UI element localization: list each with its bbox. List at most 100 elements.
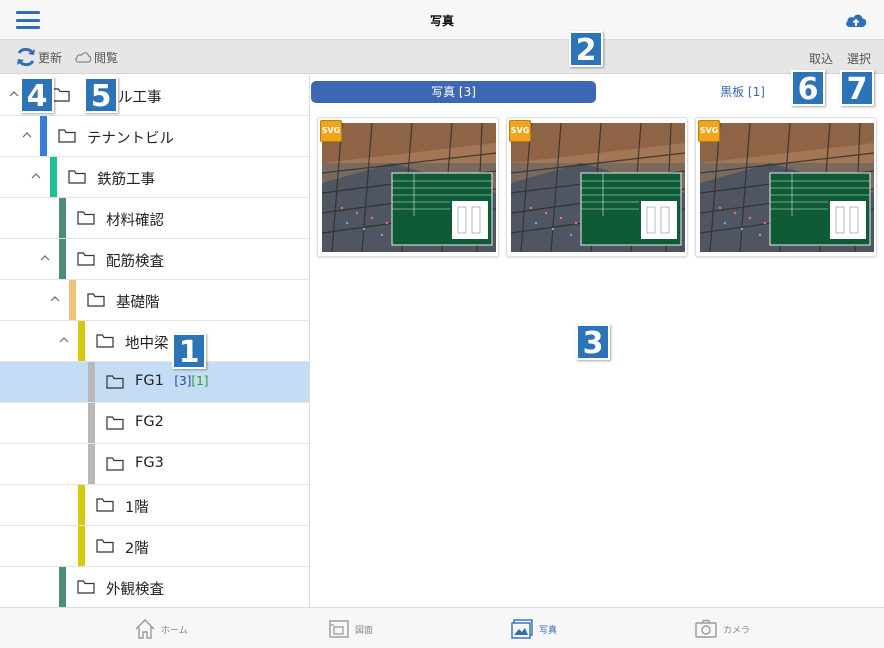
tree-label: 鉄筋工事 — [97, 172, 155, 188]
tree-row-foundation-floor[interactable]: 基礎階 — [0, 280, 309, 321]
folder-icon — [77, 211, 95, 225]
photo-thumbnail[interactable]: SVG — [317, 117, 499, 257]
tree-label: 地中梁 — [125, 336, 169, 352]
app-root: 写真 更新 閲覧 取込 選択 ル工事 テナントビル 鉄筋工事 材料確認 配筋検査… — [0, 0, 884, 648]
camera-icon — [695, 619, 717, 638]
tab-home[interactable]: ホーム — [134, 618, 188, 640]
level-color-bar — [78, 526, 85, 566]
folder-icon — [68, 170, 86, 184]
photo-thumbnail[interactable]: SVG — [506, 117, 688, 257]
toolbar: 更新 閲覧 取込 選択 — [0, 40, 884, 74]
construction-photo — [511, 123, 685, 252]
folder-icon — [77, 580, 95, 594]
select-button[interactable]: 選択 — [847, 50, 871, 67]
level-color-bar — [69, 280, 76, 320]
top-header: 写真 — [0, 0, 884, 40]
tab-label: カメラ — [723, 625, 751, 636]
tree-label: ル工事 — [118, 90, 162, 106]
folder-icon — [106, 457, 124, 471]
tab-label: ホーム — [161, 625, 188, 636]
tree-row-rebar-inspection[interactable]: 配筋検査 — [0, 239, 309, 280]
tree-label: FG2 — [135, 414, 164, 430]
chevron-up-icon[interactable] — [59, 335, 69, 345]
callout-badge-4: 4 — [20, 77, 54, 114]
folder-icon — [96, 498, 114, 512]
folder-icon — [96, 334, 114, 348]
tab-photos[interactable]: 写真 [3] — [311, 81, 596, 103]
callout-badge-6: 6 — [791, 70, 825, 107]
update-label: 更新 — [38, 50, 63, 65]
tree-row-material-check[interactable]: 材料確認 — [0, 198, 309, 239]
tree-row-fg2[interactable]: FG2 — [0, 403, 309, 444]
view-button[interactable]: 閲覧 — [74, 45, 118, 69]
level-color-bar — [59, 198, 66, 238]
tree-label-text: FG1 — [135, 373, 164, 389]
tab-label: 図面 — [355, 625, 374, 636]
home-icon — [135, 619, 155, 639]
update-button[interactable]: 更新 — [14, 45, 62, 69]
tree-label: FG1 [3][1] — [135, 373, 208, 389]
photo-count: [3] — [174, 374, 192, 388]
chevron-up-icon[interactable] — [31, 171, 41, 181]
tree-row-2f[interactable]: 2階 — [0, 526, 309, 567]
tree-label: 基礎階 — [116, 295, 160, 311]
cloud-icon — [75, 52, 92, 63]
tab-label: 写真 — [539, 625, 558, 636]
chevron-up-icon[interactable] — [40, 253, 50, 263]
photo-icon — [511, 619, 533, 639]
construction-photo — [700, 123, 874, 252]
page-title: 写真 — [429, 14, 454, 28]
photo-thumbnail[interactable]: SVG — [695, 117, 877, 257]
tree-label: 材料確認 — [106, 213, 164, 229]
folder-icon — [96, 539, 114, 553]
tree-label: 2階 — [125, 541, 149, 557]
svg-tag: SVG — [320, 120, 342, 142]
tab-photos-nav[interactable]: 写真 — [510, 618, 557, 640]
level-color-bar — [88, 362, 95, 402]
folder-icon — [58, 129, 76, 143]
svg-tag: SVG — [509, 120, 531, 142]
view-label: 閲覧 — [94, 50, 119, 65]
callout-badge-5: 5 — [84, 77, 118, 114]
tree-label: テナントビル — [87, 131, 174, 147]
tab-drawings[interactable]: 図面 — [328, 618, 373, 640]
callout-badge-1: 1 — [172, 333, 206, 370]
tree-row-1f[interactable]: 1階 — [0, 485, 309, 526]
refresh-icon — [17, 47, 35, 67]
drawing-icon — [329, 620, 349, 638]
folder-icon — [52, 88, 70, 102]
tree-row-exterior-inspection[interactable]: 外観検査 — [0, 567, 309, 607]
tree-label: 外観検査 — [106, 582, 164, 598]
callout-badge-7: 7 — [840, 70, 874, 107]
svg-tag: SVG — [698, 120, 720, 142]
tree-row-fg1[interactable]: FG1 [3][1] — [0, 362, 309, 403]
chevron-up-icon[interactable] — [22, 130, 32, 140]
folder-icon — [106, 375, 124, 389]
level-color-bar — [40, 116, 47, 156]
level-color-bar — [88, 403, 95, 443]
bottom-tab-bar: ホーム 図面 写真 カメラ — [0, 607, 884, 648]
level-color-bar — [78, 321, 85, 361]
callout-badge-2: 2 — [569, 31, 603, 68]
tree-label: 配筋検査 — [106, 254, 164, 270]
callout-badge-3: 3 — [576, 324, 610, 361]
level-color-bar — [88, 444, 95, 484]
board-count: [1] — [191, 374, 209, 388]
folder-icon — [106, 416, 124, 430]
folder-icon — [87, 293, 105, 307]
tree-row-ground-beam[interactable]: 地中梁 — [0, 321, 309, 362]
import-button[interactable]: 取込 — [809, 50, 833, 67]
tree-row-rebar-work[interactable]: 鉄筋工事 — [0, 157, 309, 198]
tree-row-building[interactable]: テナントビル — [0, 116, 309, 157]
tab-camera[interactable]: カメラ — [694, 618, 750, 640]
level-color-bar — [59, 239, 66, 279]
construction-photo — [322, 123, 496, 252]
cloud-upload-icon[interactable] — [844, 10, 868, 30]
level-color-bar — [50, 157, 57, 197]
tree-label: FG3 — [135, 455, 164, 471]
tree-row-fg3[interactable]: FG3 — [0, 444, 309, 485]
chevron-up-icon[interactable] — [9, 89, 19, 99]
level-color-bar — [59, 567, 66, 607]
level-color-bar — [78, 485, 85, 525]
chevron-up-icon[interactable] — [50, 294, 60, 304]
